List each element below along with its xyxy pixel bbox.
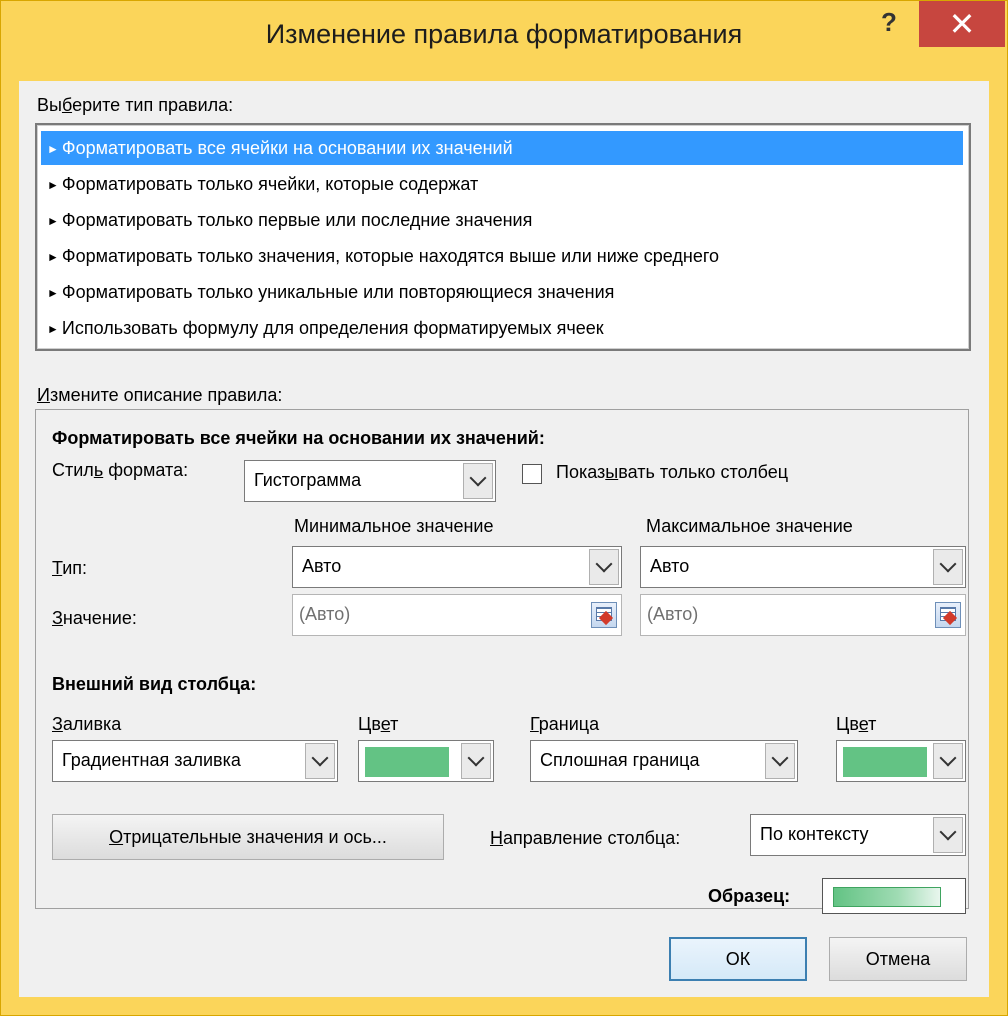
fill-label: Заливка: [52, 714, 122, 734]
bar-appearance-heading: Внешний вид столбца:: [52, 674, 257, 694]
fill-color-label: Цвет: [358, 714, 399, 734]
rule-description-label: Измените описание правила:: [37, 385, 283, 405]
arrow-right-icon: ►: [47, 250, 59, 264]
cancel-button[interactable]: Отмена: [829, 937, 967, 981]
preview-sample: [822, 878, 966, 914]
min-type-dropdown[interactable]: Авто: [292, 546, 622, 588]
description-heading: Форматировать все ячейки на основании их…: [52, 428, 545, 448]
type-label: Тип:: [52, 558, 88, 578]
arrow-right-icon: ►: [47, 142, 59, 156]
arrow-right-icon: ►: [47, 322, 59, 336]
rule-type-item[interactable]: ► Форматировать только уникальные или пов…: [41, 275, 963, 309]
fill-color-swatch: [365, 747, 449, 777]
border-color-swatch: [843, 747, 927, 777]
preview-label: Образец:: [708, 886, 791, 906]
title-bar[interactable]: Изменение правила форматирования ? ✕: [1, 1, 1007, 81]
chevron-down-icon[interactable]: [765, 743, 795, 779]
min-value-header: Минимальное значение: [294, 516, 494, 536]
arrow-right-icon: ►: [47, 286, 59, 300]
rule-type-item[interactable]: ► Использовать формулу для определения фо…: [41, 311, 963, 345]
max-value-input[interactable]: (Авто): [640, 594, 966, 636]
fill-type-dropdown[interactable]: Градиентная заливка: [52, 740, 338, 782]
fill-type-value: Градиентная заливка: [62, 750, 241, 770]
chevron-down-icon[interactable]: [589, 549, 619, 585]
rule-description-panel: Форматировать все ячейки на основании их…: [35, 409, 969, 914]
rule-type-item[interactable]: ► Форматировать только первые или последн…: [41, 203, 963, 237]
help-button[interactable]: ?: [859, 3, 919, 43]
cell-reference-icon[interactable]: [935, 602, 961, 628]
rule-type-list[interactable]: ► Форматировать все ячейки на основании и…: [35, 123, 971, 351]
arrow-right-icon: ►: [47, 178, 59, 192]
min-value-input[interactable]: (Авто): [292, 594, 622, 636]
rule-type-item[interactable]: ► Форматировать только значения, которые …: [41, 239, 963, 273]
rule-type-label: Выберите тип правила:: [37, 95, 234, 115]
dialog-client-area: Выберите тип правила: ► Форматировать все…: [19, 81, 989, 997]
max-type-dropdown[interactable]: Авто: [640, 546, 966, 588]
preview-data-bar: [833, 887, 941, 907]
value-label: Значение:: [52, 608, 137, 628]
format-style-label: Стиль формата:: [52, 460, 189, 480]
border-color-picker[interactable]: [836, 740, 966, 782]
max-value-text: (Авто): [647, 604, 699, 624]
chevron-down-icon[interactable]: [305, 743, 335, 779]
chevron-down-icon[interactable]: [933, 549, 963, 585]
min-value-text: (Авто): [299, 604, 351, 624]
chevron-down-icon[interactable]: [461, 743, 491, 779]
show-bar-only-label[interactable]: Показывать только столбец: [556, 462, 788, 483]
format-style-dropdown[interactable]: Гистограмма: [244, 460, 496, 502]
cell-reference-icon[interactable]: [591, 602, 617, 628]
chevron-down-icon[interactable]: [463, 463, 493, 499]
max-value-header: Максимальное значение: [646, 516, 853, 536]
border-type-dropdown[interactable]: Сплошная граница: [530, 740, 798, 782]
ok-button[interactable]: ОК: [669, 937, 807, 981]
negative-values-axis-button[interactable]: Отрицательные значения и ось...: [52, 814, 444, 860]
dialog-title: Изменение правила форматирования: [265, 19, 743, 49]
rule-type-item[interactable]: ► Форматировать только ячейки, которые со…: [41, 167, 963, 201]
arrow-right-icon: ►: [47, 214, 59, 228]
max-type-value: Авто: [650, 556, 690, 576]
bar-direction-label: Направление столбца:: [490, 828, 681, 848]
dialog-window: Изменение правила форматирования ? ✕ Выб…: [0, 0, 1008, 1016]
bar-direction-value: По контексту: [760, 824, 869, 844]
border-color-label: Цвет: [836, 714, 877, 734]
chevron-down-icon[interactable]: [933, 817, 963, 853]
rule-type-item[interactable]: ► Форматировать все ячейки на основании и…: [41, 131, 963, 165]
fill-color-picker[interactable]: [358, 740, 494, 782]
bar-direction-dropdown[interactable]: По контексту: [750, 814, 966, 856]
close-button[interactable]: ✕: [919, 1, 1005, 47]
format-style-value: Гистограмма: [254, 470, 362, 490]
show-bar-only-checkbox[interactable]: [522, 464, 542, 484]
chevron-down-icon[interactable]: [933, 743, 963, 779]
border-label: Граница: [530, 714, 600, 734]
min-type-value: Авто: [302, 556, 342, 576]
border-type-value: Сплошная граница: [540, 750, 700, 770]
